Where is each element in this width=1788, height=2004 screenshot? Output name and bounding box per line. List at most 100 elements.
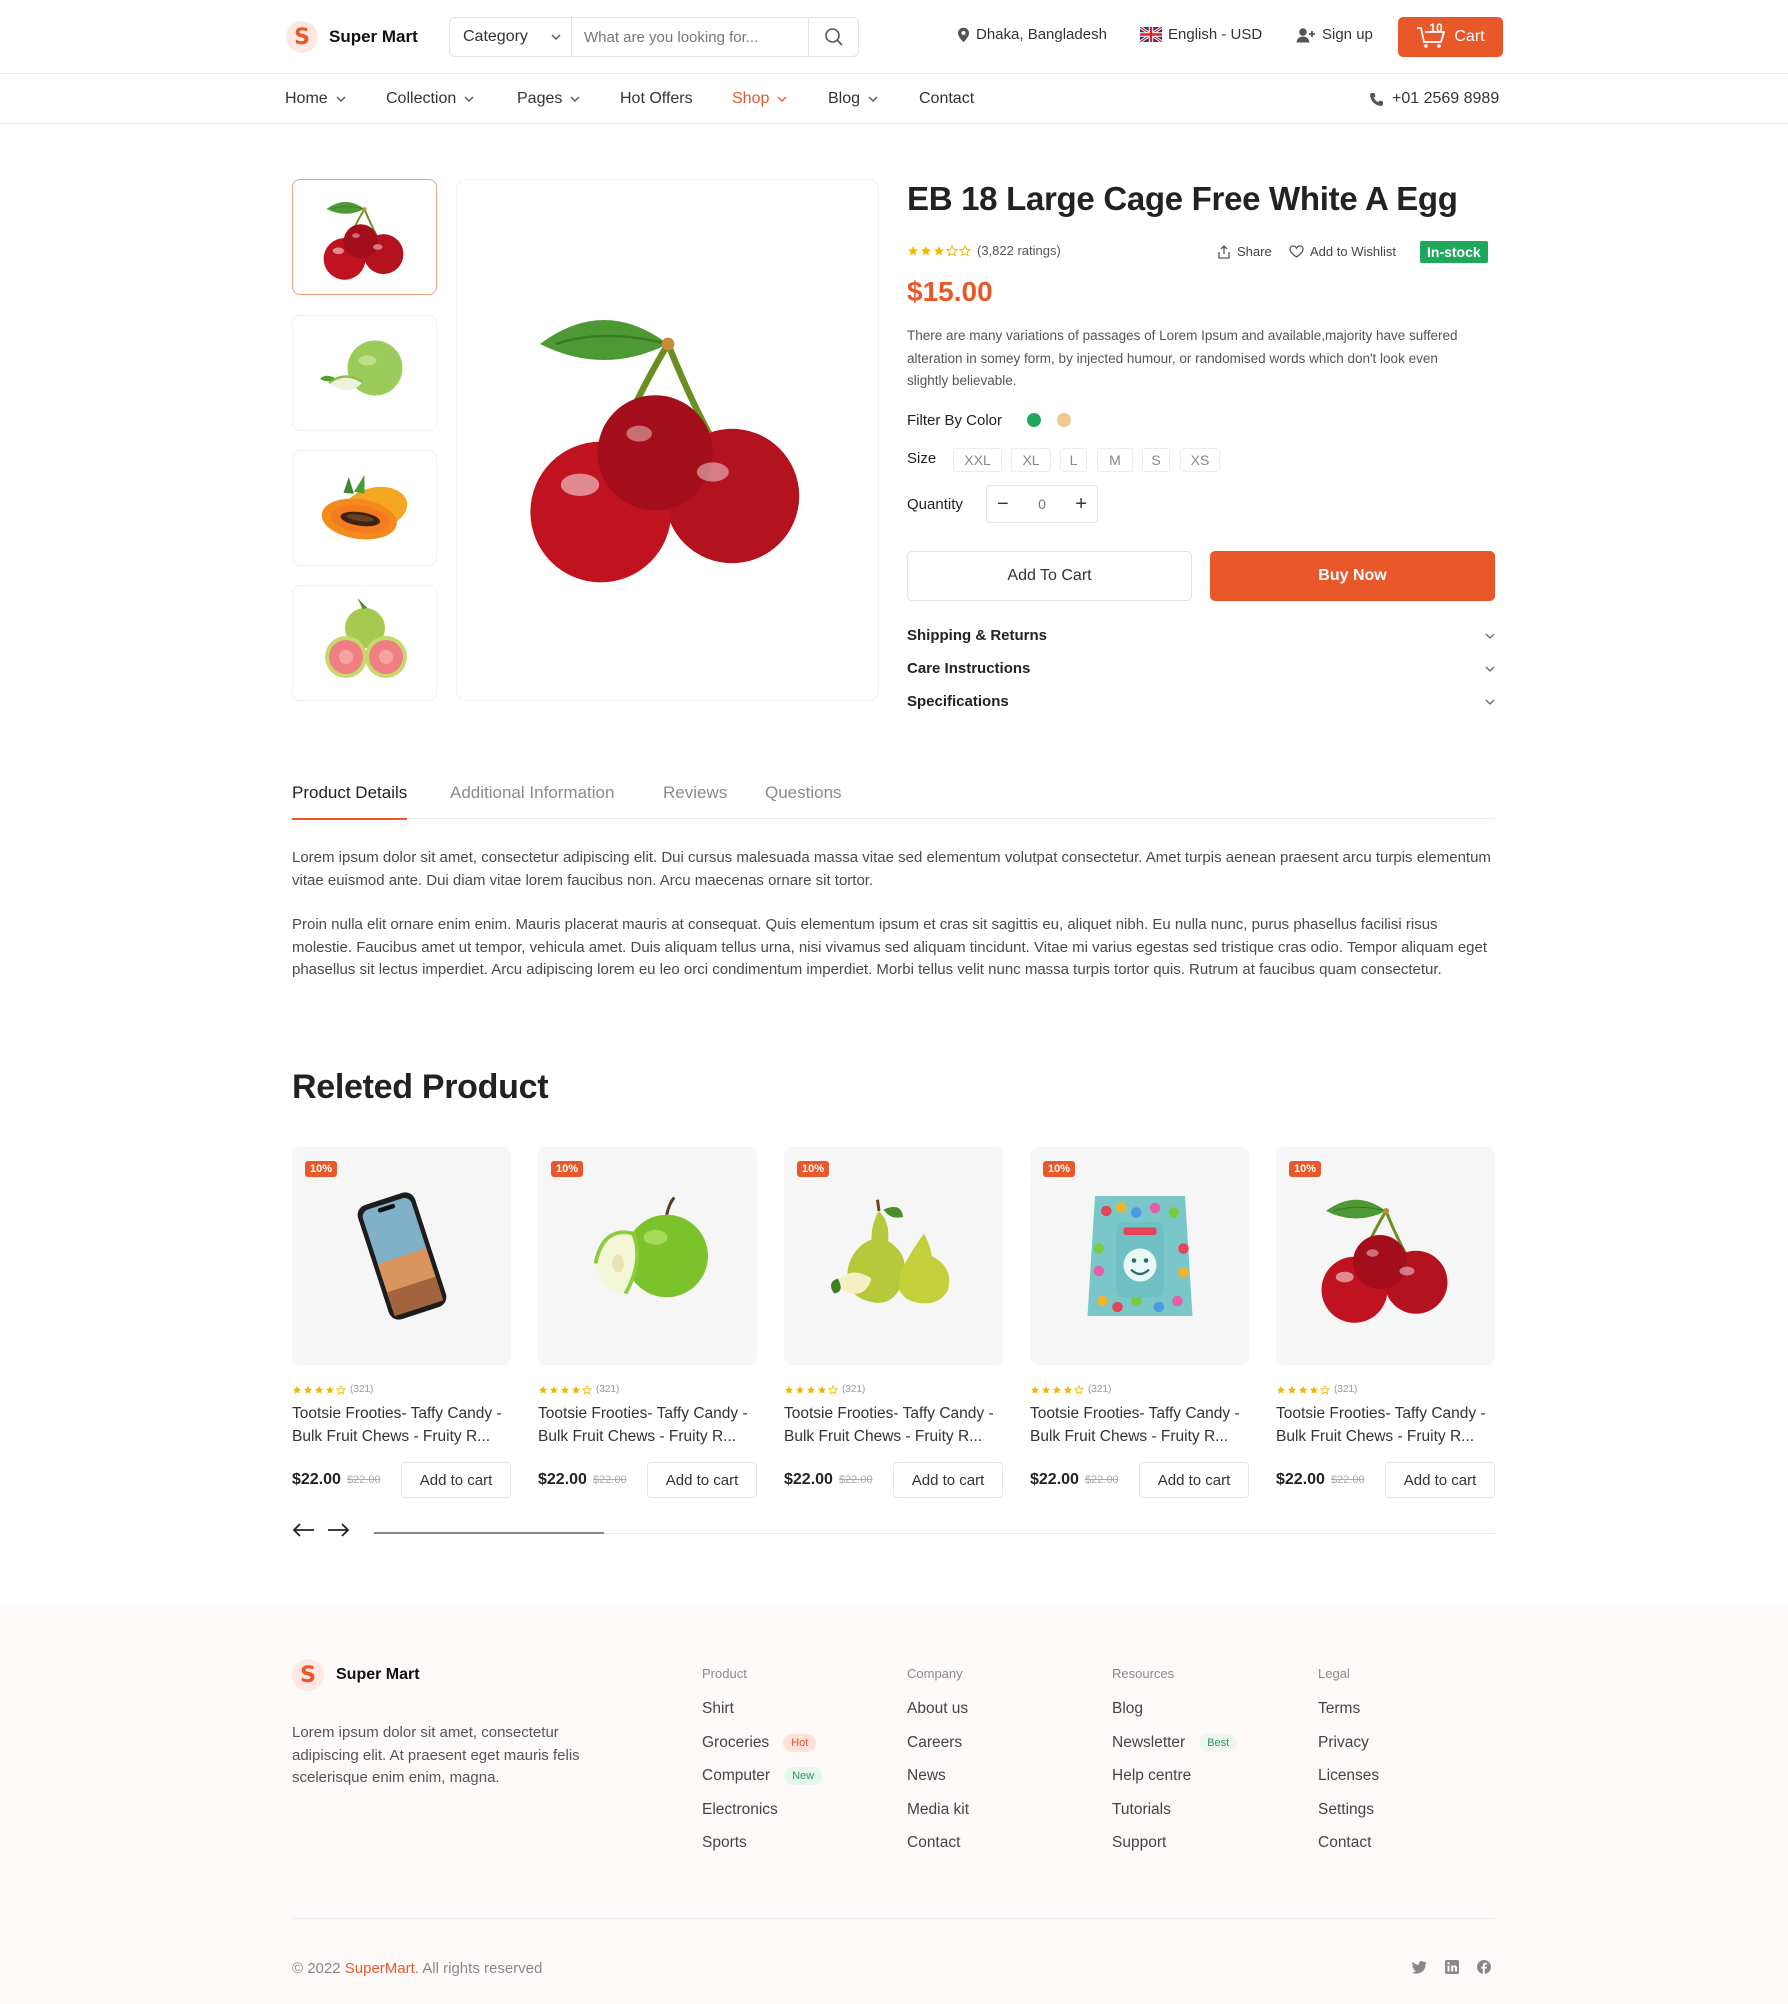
top-header: S Super Mart Category Dhaka, Bangladesh … xyxy=(0,0,1788,74)
arrow-right-icon[interactable] xyxy=(326,1522,350,1538)
size-option-xs[interactable]: XS xyxy=(1180,448,1220,472)
tab-product-details[interactable]: Product Details xyxy=(292,783,408,820)
review-count: (321) xyxy=(350,1384,374,1395)
product-card[interactable]: 10% (321) Tootsie Frooties- Taffy Candy … xyxy=(292,1147,511,1498)
add-to-cart-button[interactable]: Add to cart xyxy=(401,1462,511,1498)
footer-link-newsletter[interactable]: Newsletter Best xyxy=(1112,1733,1238,1752)
footer-link-label: Blog xyxy=(1112,1700,1144,1717)
card-rating: (321) xyxy=(1276,1384,1495,1395)
tab-reviews[interactable]: Reviews xyxy=(663,783,727,803)
product-name[interactable]: Tootsie Frooties- Taffy Candy - Bulk Fru… xyxy=(1276,1403,1495,1448)
product-image-box[interactable]: 10% xyxy=(1276,1147,1495,1365)
product-name[interactable]: Tootsie Frooties- Taffy Candy - Bulk Fru… xyxy=(292,1403,511,1448)
card-price-row: $22.00 $22.00 Add to cart xyxy=(538,1462,757,1498)
cart-button[interactable]: 10 Cart xyxy=(1398,17,1503,57)
search-button[interactable] xyxy=(808,18,858,56)
product-image-box[interactable]: 10% xyxy=(292,1147,511,1365)
search-input[interactable] xyxy=(572,18,808,56)
size-option-s[interactable]: S xyxy=(1142,448,1170,472)
language-selector[interactable]: English - USD xyxy=(1140,26,1262,43)
nav-item-hot-offers[interactable]: Hot Offers xyxy=(620,90,693,108)
size-option-xxl[interactable]: XXL xyxy=(953,448,1002,472)
quantity-value[interactable]: 0 xyxy=(1038,496,1046,512)
footer-link-settings[interactable]: Settings xyxy=(1318,1801,1374,1819)
footer-link-contact[interactable]: Contact xyxy=(907,1834,960,1852)
location-selector[interactable]: Dhaka, Bangladesh xyxy=(957,26,1107,43)
footer-link-electronics[interactable]: Electronics xyxy=(702,1801,778,1819)
accordion-care-instructions[interactable]: Care Instructions xyxy=(907,660,1495,677)
footer-link-news[interactable]: News xyxy=(907,1767,946,1785)
add-to-cart-button[interactable]: Add To Cart xyxy=(907,551,1192,601)
wishlist-button[interactable]: Add to Wishlist xyxy=(1289,244,1396,259)
size-option-l[interactable]: L xyxy=(1060,448,1087,472)
linkedin-icon[interactable] xyxy=(1445,1960,1459,1974)
footer-link-licenses[interactable]: Licenses xyxy=(1318,1767,1379,1785)
footer-link-careers[interactable]: Careers xyxy=(907,1734,962,1752)
add-to-cart-button[interactable]: Add to cart xyxy=(893,1462,1003,1498)
product-card[interactable]: 10% (321) Tootsie Frooties- Taffy Candy … xyxy=(784,1147,1003,1498)
product-card[interactable]: 10% (321) Tootsie Frooties- Taffy Candy … xyxy=(538,1147,757,1498)
star-filled-icon xyxy=(325,1385,335,1395)
size-option-xl[interactable]: XL xyxy=(1011,448,1051,472)
share-button[interactable]: Share xyxy=(1217,244,1272,259)
thumbnail-papaya[interactable] xyxy=(292,450,437,566)
product-image-box[interactable]: 10% xyxy=(1030,1147,1249,1365)
footer-link-shirt[interactable]: Shirt xyxy=(702,1700,734,1718)
thumbnail-red-guava[interactable] xyxy=(292,585,437,701)
footer-link-contact[interactable]: Contact xyxy=(1318,1834,1371,1852)
facebook-icon[interactable] xyxy=(1477,1960,1491,1974)
nav-item-pages[interactable]: Pages xyxy=(517,90,580,108)
product-name[interactable]: Tootsie Frooties- Taffy Candy - Bulk Fru… xyxy=(1030,1403,1249,1448)
carousel-progress[interactable] xyxy=(374,1532,604,1534)
plus-icon[interactable]: + xyxy=(1075,493,1087,516)
discount-badge: 10% xyxy=(305,1161,338,1177)
phone-link[interactable]: +01 2569 8989 xyxy=(1369,90,1499,108)
size-option-m[interactable]: M xyxy=(1097,448,1133,472)
add-to-cart-button[interactable]: Add to cart xyxy=(1139,1462,1249,1498)
footer-link-tutorials[interactable]: Tutorials xyxy=(1112,1801,1171,1819)
category-select[interactable]: Category xyxy=(450,18,572,56)
footer-link-support[interactable]: Support xyxy=(1112,1834,1166,1852)
nav-item-home[interactable]: Home xyxy=(285,90,346,108)
minus-icon[interactable]: − xyxy=(997,493,1009,516)
nav-item-shop[interactable]: Shop xyxy=(732,90,787,108)
tab-additional-information[interactable]: Additional Information xyxy=(450,783,614,803)
cart-icon-wrap: 10 xyxy=(1416,21,1446,49)
footer-link-terms[interactable]: Terms xyxy=(1318,1700,1360,1718)
product-name[interactable]: Tootsie Frooties- Taffy Candy - Bulk Fru… xyxy=(538,1403,757,1448)
add-to-cart-button[interactable]: Add to cart xyxy=(647,1462,757,1498)
footer-link-media-kit[interactable]: Media kit xyxy=(907,1801,969,1819)
arrow-left-icon[interactable] xyxy=(292,1522,316,1538)
footer-link-about-us[interactable]: About us xyxy=(907,1700,968,1718)
tab-questions[interactable]: Questions xyxy=(765,783,842,803)
thumbnail-cherries[interactable] xyxy=(292,179,437,295)
footer-link-label: Licenses xyxy=(1318,1767,1380,1784)
card-price-row: $22.00 $22.00 Add to cart xyxy=(292,1462,511,1498)
footer-link-sports[interactable]: Sports xyxy=(702,1834,747,1852)
product-image-box[interactable]: 10% xyxy=(784,1147,1003,1365)
twitter-icon[interactable] xyxy=(1412,1960,1427,1974)
color-swatch-peach[interactable] xyxy=(1057,413,1071,427)
nav-item-contact[interactable]: Contact xyxy=(919,90,974,108)
footer-brand[interactable]: S Super Mart xyxy=(292,1659,420,1691)
color-swatch-green[interactable] xyxy=(1027,413,1041,427)
footer-link-computer[interactable]: Computer New xyxy=(702,1767,823,1785)
product-image-box[interactable]: 10% xyxy=(538,1147,757,1365)
brand-logo[interactable]: S Super Mart xyxy=(286,21,418,53)
thumbnail-guava[interactable] xyxy=(292,315,437,431)
add-to-cart-button[interactable]: Add to cart xyxy=(1385,1462,1495,1498)
product-card[interactable]: 10% (321) Tootsie Frooties- Taffy Candy … xyxy=(1030,1147,1249,1498)
signup-link[interactable]: Sign up xyxy=(1296,26,1373,43)
product-card[interactable]: 10% (321) Tootsie Frooties- Taffy Candy … xyxy=(1276,1147,1495,1498)
nav-item-collection[interactable]: Collection xyxy=(386,90,474,108)
footer-link-blog[interactable]: Blog xyxy=(1112,1700,1143,1718)
nav-item-blog[interactable]: Blog xyxy=(828,90,878,108)
footer-link-groceries[interactable]: Groceries Hot xyxy=(702,1733,817,1752)
accordion-shipping-returns[interactable]: Shipping & Returns xyxy=(907,627,1495,644)
footer-link-privacy[interactable]: Privacy xyxy=(1318,1734,1369,1752)
copyright-brand[interactable]: SuperMart xyxy=(345,1960,415,1977)
product-name[interactable]: Tootsie Frooties- Taffy Candy - Bulk Fru… xyxy=(784,1403,1003,1448)
accordion-specifications[interactable]: Specifications xyxy=(907,693,1495,710)
footer-link-help-centre[interactable]: Help centre xyxy=(1112,1767,1191,1785)
buy-now-button[interactable]: Buy Now xyxy=(1210,551,1495,601)
